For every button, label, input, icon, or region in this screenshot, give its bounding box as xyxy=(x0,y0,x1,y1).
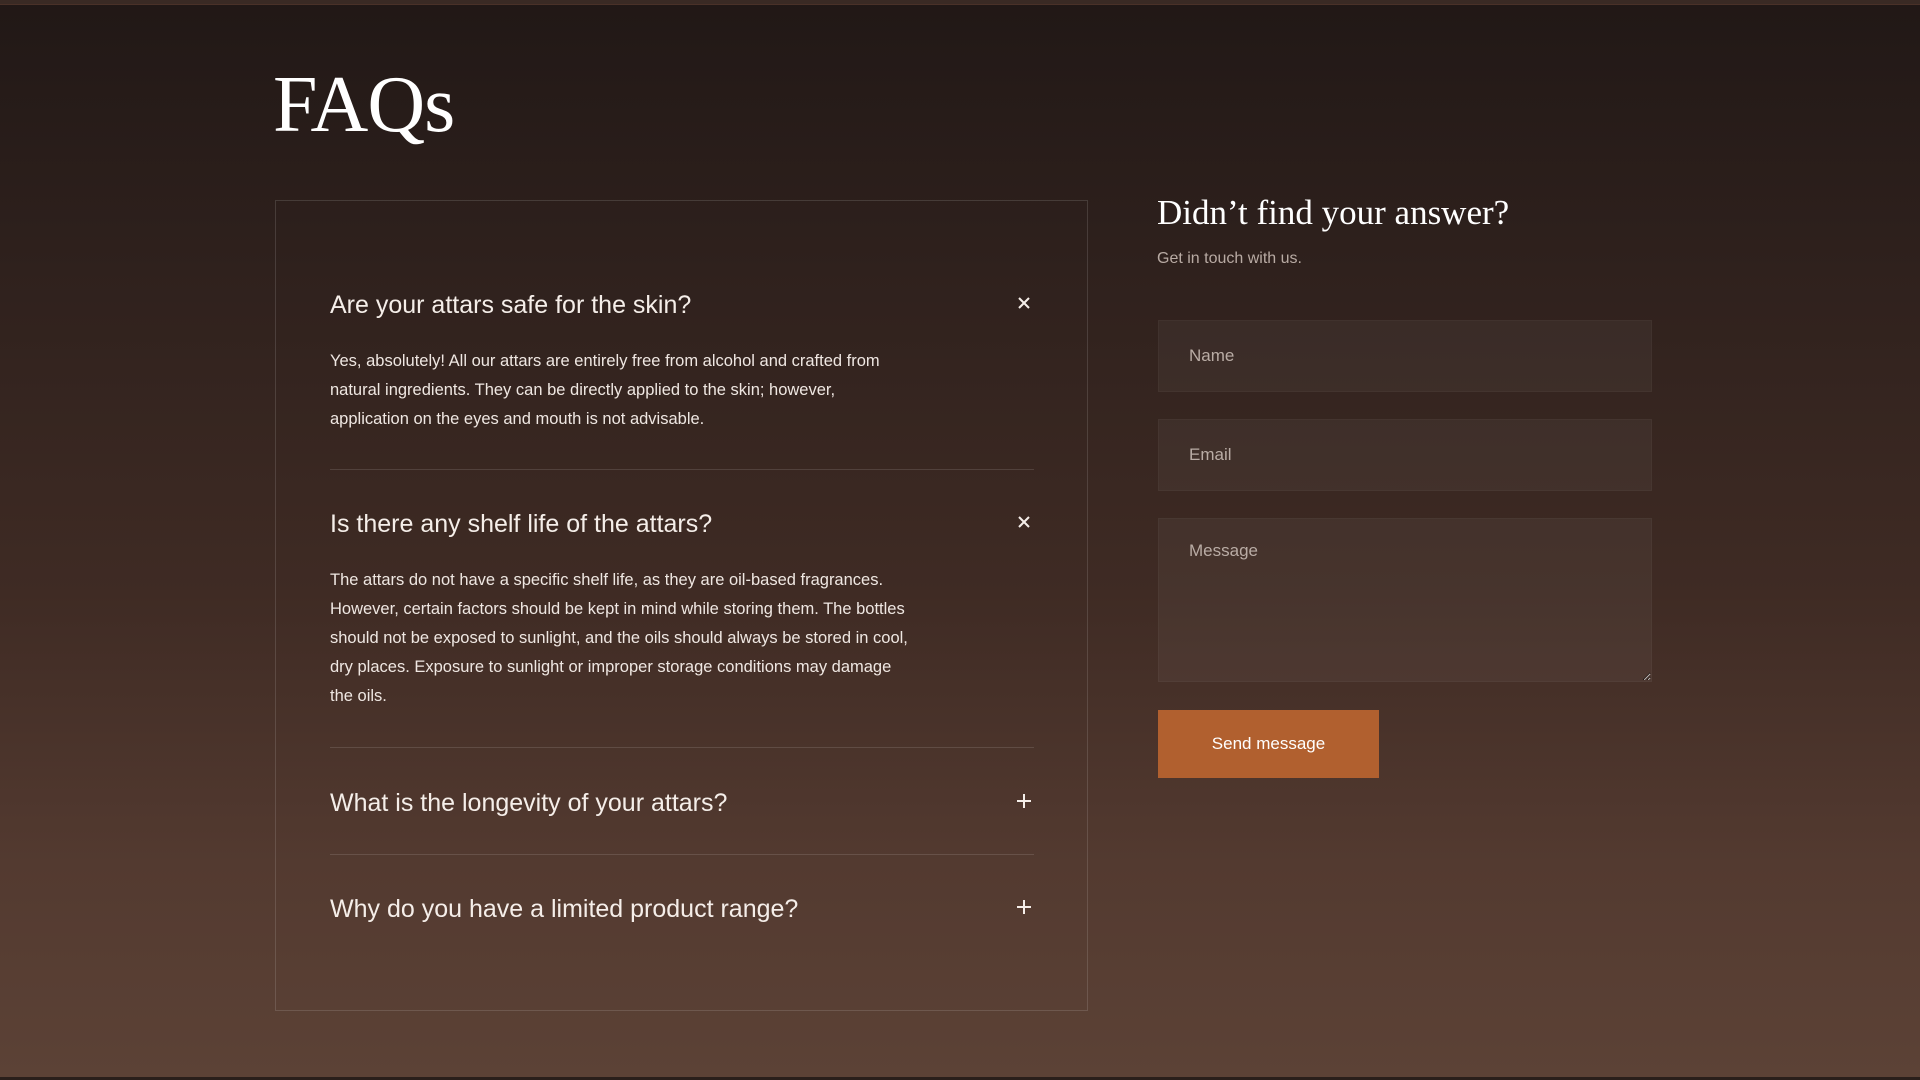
faq-answer: The attars do not have a specific shelf … xyxy=(330,571,908,705)
send-message-button[interactable]: Send message xyxy=(1158,710,1379,778)
message-textarea[interactable] xyxy=(1158,518,1652,682)
faq-question[interactable]: Why do you have a limited product range? xyxy=(330,895,798,924)
contact-title: Didn’t find your answer? xyxy=(1157,193,1510,232)
close-icon[interactable] xyxy=(1014,293,1034,313)
top-border xyxy=(0,0,1920,5)
faq-divider xyxy=(330,854,1034,855)
faq-item: Are your attars safe for the skin? Yes, … xyxy=(330,291,1034,441)
name-input[interactable] xyxy=(1158,320,1652,392)
contact-subtitle: Get in touch with us. xyxy=(1157,250,1302,267)
email-input[interactable] xyxy=(1158,419,1652,491)
faq-item: Why do you have a limited product range? xyxy=(330,895,1034,925)
faq-question[interactable]: Are your attars safe for the skin? xyxy=(330,291,691,320)
plus-icon[interactable] xyxy=(1014,897,1034,917)
faq-divider xyxy=(330,747,1034,748)
faq-question[interactable]: Is there any shelf life of the attars? xyxy=(330,510,712,539)
faq-divider xyxy=(330,469,1034,470)
faq-item: What is the longevity of your attars? xyxy=(330,789,1034,819)
plus-icon[interactable] xyxy=(1014,791,1034,811)
faq-accordion: Are your attars safe for the skin? Yes, … xyxy=(275,200,1088,1011)
faq-item: Is there any shelf life of the attars? T… xyxy=(330,510,1034,710)
page-title: FAQs xyxy=(273,61,455,149)
close-icon[interactable] xyxy=(1014,512,1034,532)
faq-answer: Yes, absolutely! All our attars are enti… xyxy=(330,352,880,428)
faq-question[interactable]: What is the longevity of your attars? xyxy=(330,789,727,818)
